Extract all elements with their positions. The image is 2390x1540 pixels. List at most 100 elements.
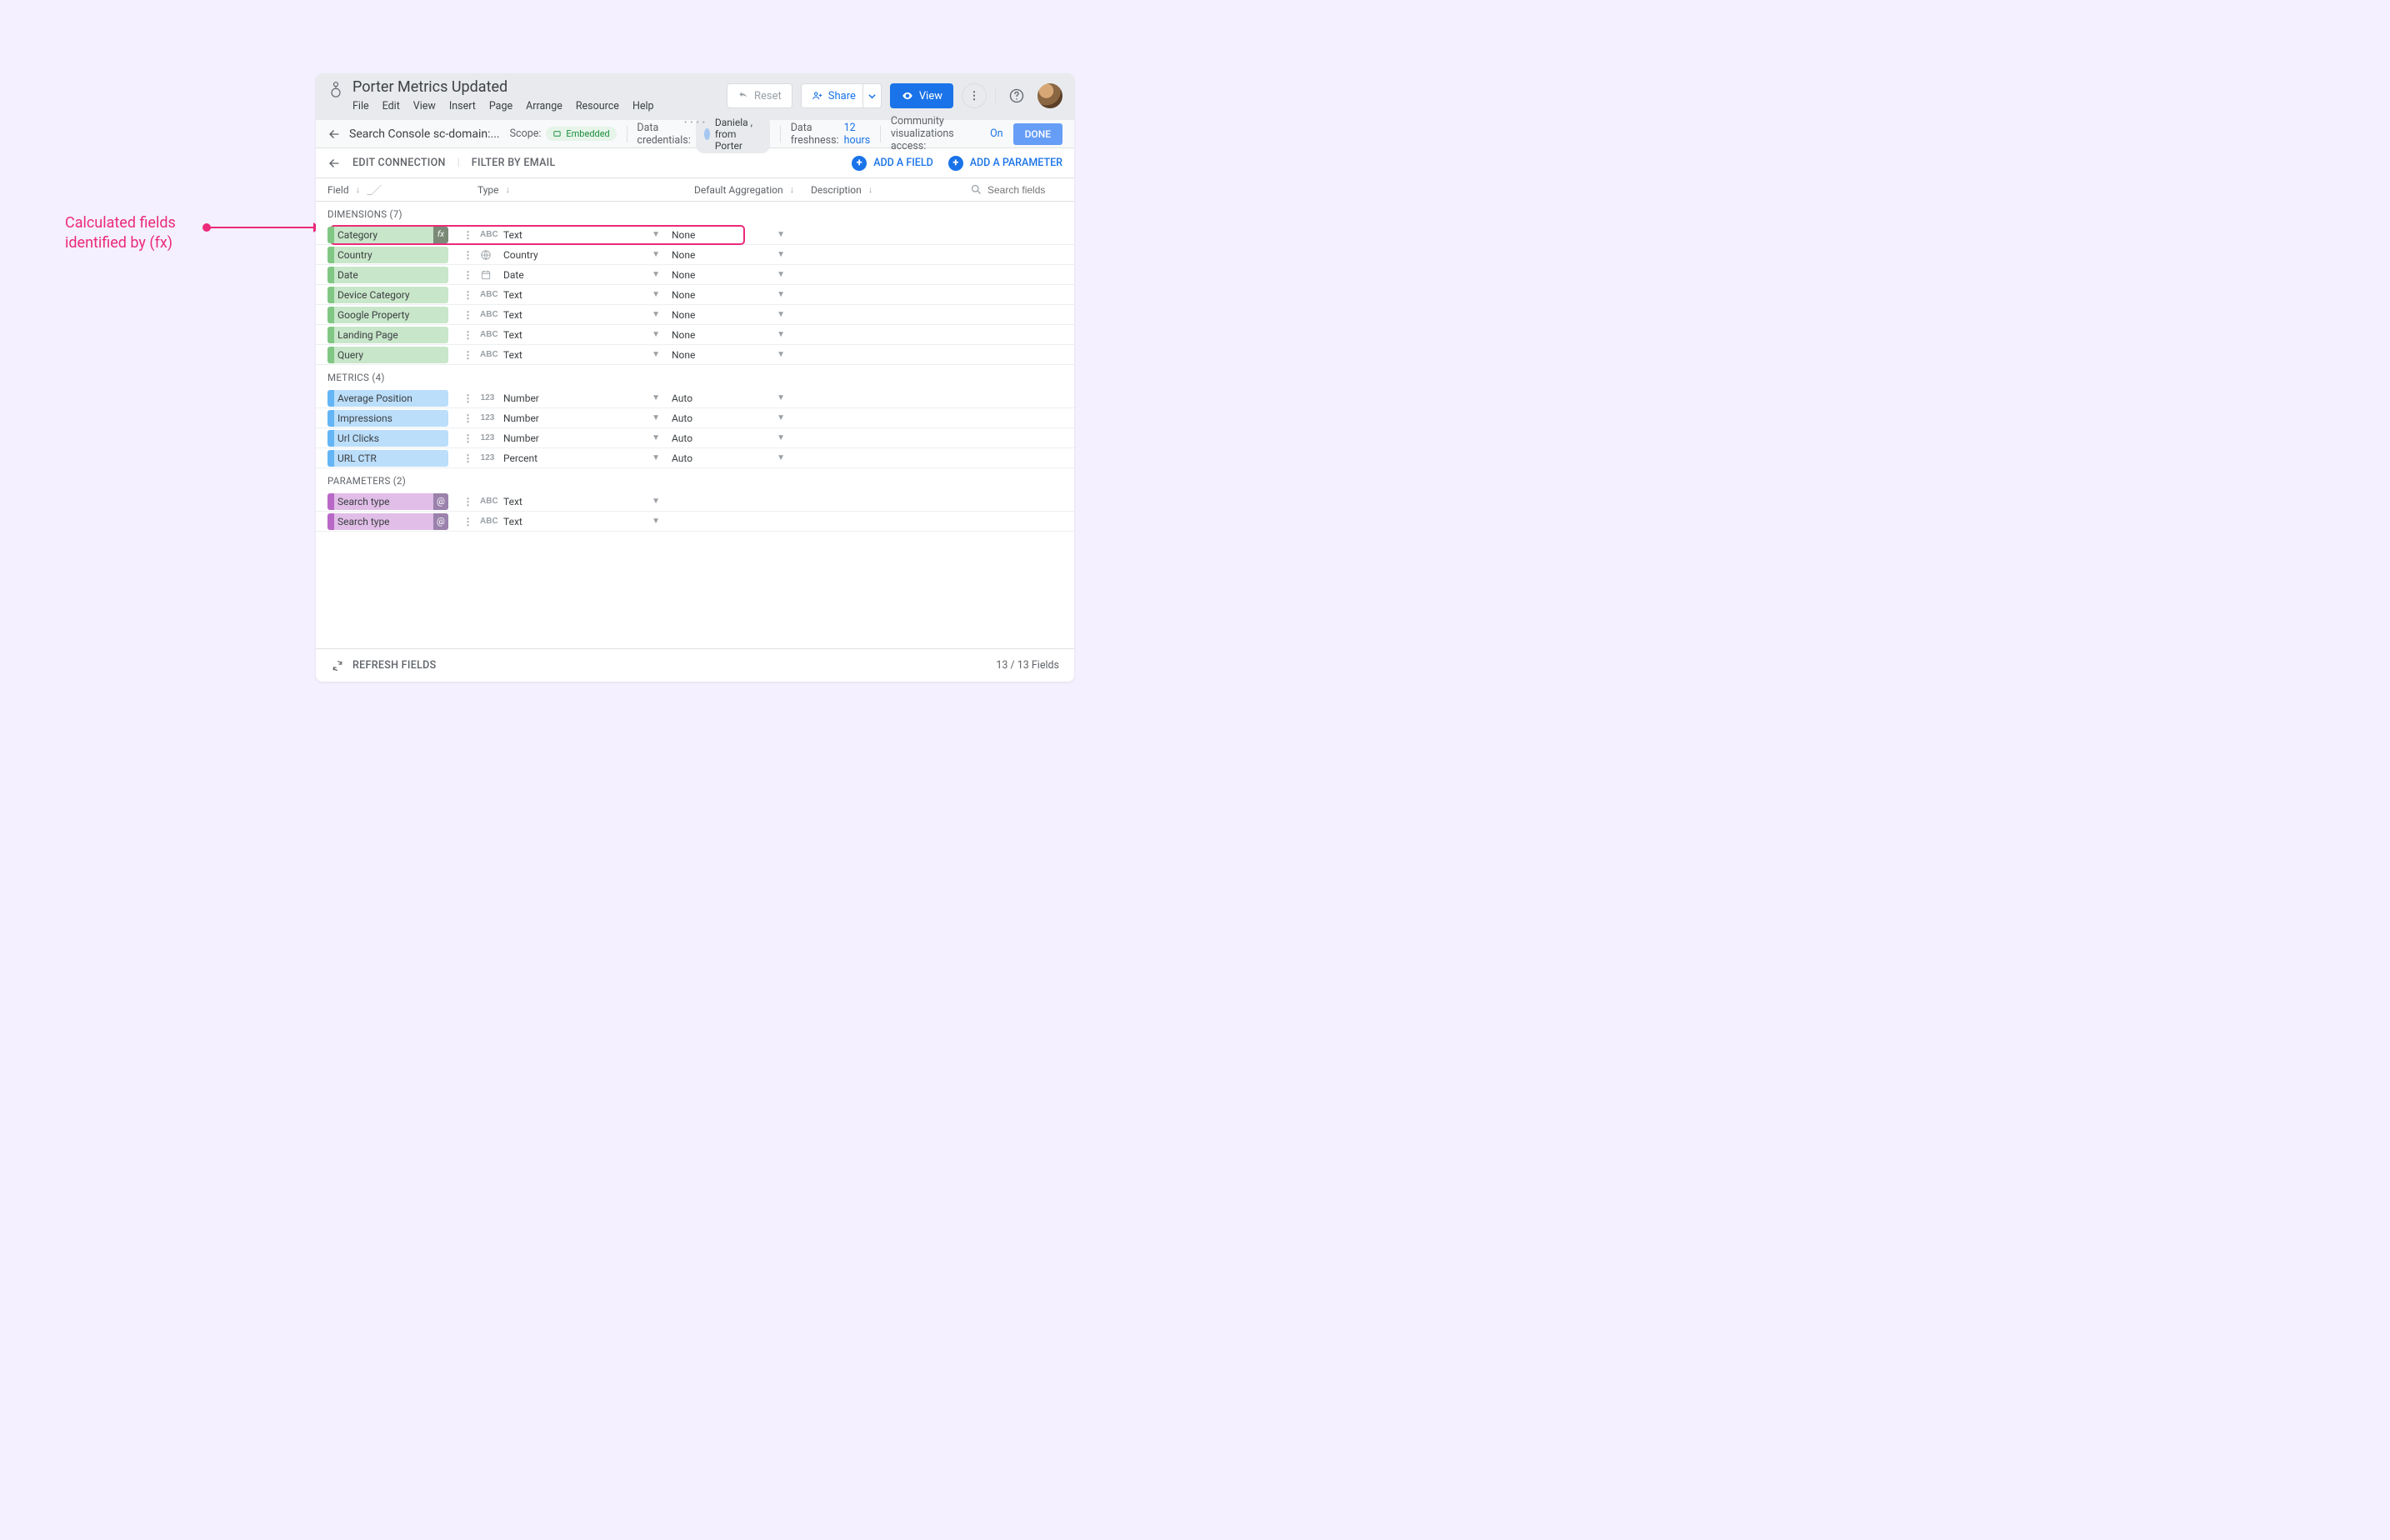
field-chip[interactable]: Query <box>328 347 448 363</box>
field-chip[interactable]: Device Category <box>328 287 448 303</box>
refresh-fields-button[interactable]: REFRESH FIELDS <box>352 659 436 672</box>
chevron-down-icon[interactable]: ▼ <box>652 270 660 279</box>
search-fields[interactable] <box>970 183 1062 196</box>
row-menu-button[interactable]: ⋮ <box>460 269 475 281</box>
field-chip[interactable]: Categoryfx <box>328 227 448 243</box>
scope-pill[interactable]: Embedded <box>546 127 616 141</box>
user-avatar[interactable] <box>1038 83 1062 108</box>
chevron-down-icon[interactable]: ▼ <box>777 433 785 442</box>
credentials-pill[interactable]: Daniela , from Porter <box>696 115 770 153</box>
chevron-down-icon[interactable]: ▼ <box>652 230 660 239</box>
aggregation-cell[interactable]: None▼ <box>672 289 797 301</box>
chevron-down-icon[interactable]: ▼ <box>652 350 660 359</box>
chevron-down-icon[interactable]: ▼ <box>777 270 785 279</box>
type-cell[interactable]: ABCText▼ <box>480 329 672 341</box>
field-chip[interactable]: Url Clicks <box>328 430 448 447</box>
field-chip[interactable]: Average Position <box>328 390 448 407</box>
chevron-down-icon[interactable]: ▼ <box>652 310 660 319</box>
row-menu-button[interactable]: ⋮ <box>460 349 475 361</box>
type-cell[interactable]: ABCText▼ <box>480 229 672 241</box>
help-button[interactable] <box>1004 83 1029 108</box>
chevron-down-icon[interactable]: ▼ <box>652 330 660 339</box>
menu-arrange[interactable]: Arrange <box>526 100 562 112</box>
menu-page[interactable]: Page <box>489 100 512 112</box>
col-field[interactable]: Field↓ <box>328 184 478 196</box>
chevron-down-icon[interactable]: ▼ <box>652 453 660 462</box>
field-chip[interactable]: Date <box>328 267 448 283</box>
row-menu-button[interactable]: ⋮ <box>460 249 475 261</box>
row-menu-button[interactable]: ⋮ <box>460 329 475 341</box>
aggregation-cell[interactable]: None▼ <box>672 229 797 241</box>
row-menu-button[interactable]: ⋮ <box>460 309 475 321</box>
chevron-down-icon[interactable]: ▼ <box>652 433 660 442</box>
type-cell[interactable]: ABCText▼ <box>480 496 672 508</box>
search-input[interactable] <box>988 184 1062 196</box>
chevron-down-icon[interactable]: ▼ <box>777 350 785 359</box>
field-chip[interactable]: Search type@ <box>328 513 448 530</box>
row-menu-button[interactable]: ⋮ <box>460 392 475 404</box>
chevron-down-icon[interactable]: ▼ <box>777 393 785 402</box>
menu-edit[interactable]: Edit <box>382 100 400 112</box>
chevron-down-icon[interactable]: ▼ <box>652 497 660 506</box>
field-chip[interactable]: Search type@ <box>328 493 448 510</box>
aggregation-cell[interactable]: Auto▼ <box>672 392 797 404</box>
menu-view[interactable]: View <box>413 100 436 112</box>
aggregation-cell[interactable]: None▼ <box>672 309 797 321</box>
chevron-down-icon[interactable]: ▼ <box>652 290 660 299</box>
type-cell[interactable]: 123Number▼ <box>480 392 672 404</box>
row-menu-button[interactable]: ⋮ <box>460 516 475 528</box>
add-parameter-button[interactable]: + ADD A PARAMETER <box>948 156 1062 171</box>
chevron-down-icon[interactable]: ▼ <box>777 453 785 462</box>
type-cell[interactable]: ABCText▼ <box>480 349 672 361</box>
menu-file[interactable]: File <box>352 100 369 112</box>
type-cell[interactable]: 123Percent▼ <box>480 452 672 464</box>
type-cell[interactable]: 123Number▼ <box>480 432 672 444</box>
chevron-down-icon[interactable]: ▼ <box>777 310 785 319</box>
row-menu-button[interactable]: ⋮ <box>460 412 475 424</box>
type-cell[interactable]: ABCText▼ <box>480 516 672 528</box>
menu-insert[interactable]: Insert <box>449 100 476 112</box>
menu-help[interactable]: Help <box>632 100 654 112</box>
row-menu-button[interactable]: ⋮ <box>460 229 475 241</box>
share-button[interactable]: Share <box>801 83 863 108</box>
back-arrow-icon[interactable] <box>328 128 341 141</box>
refresh-icon[interactable] <box>331 659 344 672</box>
add-field-button[interactable]: + ADD A FIELD <box>852 156 933 171</box>
aggregation-cell[interactable]: Auto▼ <box>672 412 797 424</box>
col-description[interactable]: Description↓ <box>811 184 886 196</box>
chevron-down-icon[interactable]: ▼ <box>652 393 660 402</box>
document-title[interactable]: Porter Metrics Updated <box>352 78 654 96</box>
done-button[interactable]: DONE <box>1013 123 1062 145</box>
edit-connection-button[interactable]: EDIT CONNECTION <box>352 157 446 169</box>
reset-button[interactable]: Reset <box>727 83 792 108</box>
chevron-down-icon[interactable]: ▼ <box>777 330 785 339</box>
chevron-down-icon[interactable]: ▼ <box>777 290 785 299</box>
aggregation-cell[interactable]: Auto▼ <box>672 452 797 464</box>
chevron-down-icon[interactable]: ▼ <box>777 250 785 259</box>
row-menu-button[interactable]: ⋮ <box>460 496 475 508</box>
aggregation-cell[interactable]: None▼ <box>672 249 797 261</box>
type-cell[interactable]: ABCText▼ <box>480 289 672 301</box>
chevron-down-icon[interactable]: ▼ <box>652 413 660 422</box>
more-options-button[interactable]: ⋮ <box>962 83 987 108</box>
aggregation-cell[interactable]: None▼ <box>672 269 797 281</box>
chevron-down-icon[interactable]: ▼ <box>777 413 785 422</box>
chevron-down-icon[interactable]: ▼ <box>652 517 660 526</box>
field-chip[interactable]: Landing Page <box>328 327 448 343</box>
aggregation-cell[interactable]: None▼ <box>672 329 797 341</box>
field-chip[interactable]: Country <box>328 247 448 263</box>
share-dropdown[interactable] <box>863 83 882 108</box>
col-aggregation[interactable]: Default Aggregation↓ <box>694 184 811 196</box>
filter-by-email-button[interactable]: FILTER BY EMAIL <box>472 157 556 169</box>
col-type[interactable]: Type↓ <box>478 184 694 196</box>
type-cell[interactable]: ABCText▼ <box>480 309 672 321</box>
freshness-value[interactable]: 12 hours <box>844 122 871 147</box>
field-chip[interactable]: URL CTR <box>328 450 448 467</box>
field-chip[interactable]: Google Property <box>328 307 448 323</box>
view-button[interactable]: View <box>890 83 953 108</box>
aggregation-cell[interactable]: Auto▼ <box>672 432 797 444</box>
row-menu-button[interactable]: ⋮ <box>460 289 475 301</box>
type-cell[interactable]: Date▼ <box>480 269 672 281</box>
drag-handle-icon[interactable]: • • • • <box>684 119 706 128</box>
row-menu-button[interactable]: ⋮ <box>460 452 475 464</box>
